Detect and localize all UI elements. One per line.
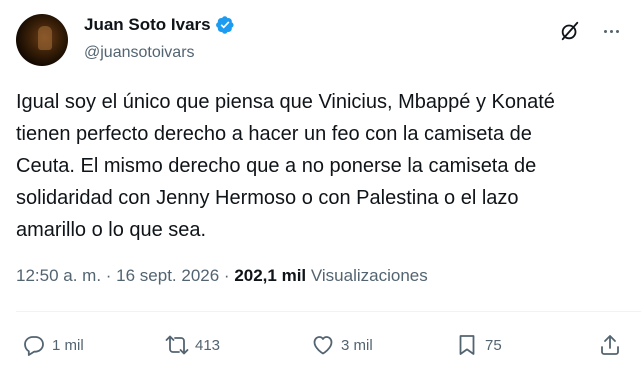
like-icon: [313, 336, 333, 355]
share-icon: [601, 335, 619, 355]
meta-separator: ·: [219, 266, 235, 285]
repost-count: 413: [195, 336, 221, 354]
avatar[interactable]: [16, 14, 68, 66]
reply-button[interactable]: 1 mil: [22, 330, 84, 360]
tweet-card: Juan Soto Ivars @juansotoivars Igual soy…: [0, 0, 641, 371]
meta-separator: ·: [101, 266, 117, 285]
bookmark-count: 75: [485, 336, 502, 354]
tweet-header: Juan Soto Ivars @juansotoivars: [16, 14, 625, 70]
bookmark-button[interactable]: 75: [455, 330, 502, 360]
views-count: 202,1 mil: [234, 266, 307, 285]
tweet-date[interactable]: 16 sept. 2026: [116, 266, 219, 285]
action-bar: 1 mil 413 3 mil 75: [0, 330, 641, 360]
like-count: 3 mil: [341, 336, 373, 354]
repost-button[interactable]: 413: [165, 330, 220, 360]
divider: [16, 311, 641, 312]
author-name-row: Juan Soto Ivars: [84, 15, 235, 35]
more-icon[interactable]: [597, 18, 625, 44]
bookmark-icon: [459, 335, 475, 355]
share-button[interactable]: [598, 330, 622, 360]
repost-icon: [165, 335, 189, 355]
tweet-time[interactable]: 12:50 a. m.: [16, 266, 101, 285]
reply-count: 1 mil: [52, 336, 84, 354]
reply-icon: [24, 336, 44, 356]
views-label: Visualizaciones: [310, 266, 428, 285]
tweet-meta: 12:50 a. m. · 16 sept. 2026 · 202,1 mil …: [16, 266, 428, 286]
grok-icon[interactable]: [559, 20, 581, 42]
tweet-text: Igual soy el único que piensa que Vinici…: [16, 91, 555, 241]
author-handle[interactable]: @juansotoivars: [84, 44, 195, 62]
like-button[interactable]: 3 mil: [311, 330, 373, 360]
author-name[interactable]: Juan Soto Ivars: [84, 15, 211, 35]
verified-badge-icon[interactable]: [215, 15, 235, 35]
